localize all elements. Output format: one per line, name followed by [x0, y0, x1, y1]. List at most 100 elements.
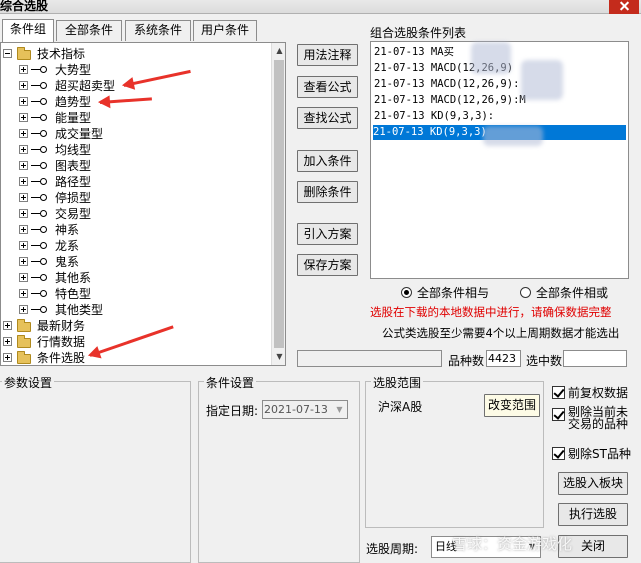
- list-item[interactable]: 21-07-13 MA买: [374, 45, 454, 60]
- condition-tree[interactable]: 技术指标 大势型 超买超卖型 趋势型 能量型 成交量型 均线型 图表型 路径型 停损型 交易型 神系…: [0, 42, 286, 366]
- expand-icon[interactable]: [19, 81, 28, 90]
- redaction-blur: [471, 42, 511, 74]
- tree-scrollbar[interactable]: ▲ ▼: [271, 43, 285, 365]
- expand-icon[interactable]: [19, 113, 28, 122]
- list-item[interactable]: 21-07-13 KD(9,3,3):: [374, 109, 494, 124]
- formula-key-icon: [31, 242, 47, 250]
- tree-node-label: 停损型: [55, 191, 92, 205]
- tree-node-label: 均线型: [55, 143, 92, 157]
- close-window-button[interactable]: [609, 0, 639, 14]
- view-formula-button[interactable]: 查看公式: [297, 76, 358, 98]
- tab-system-conditions[interactable]: 系统条件: [125, 20, 191, 41]
- radio-and-label: 全部条件相与: [417, 286, 490, 300]
- tree-node-label: 鬼系: [55, 255, 80, 269]
- count-value: 4423: [486, 350, 521, 367]
- range-value: 沪深A股: [378, 400, 423, 414]
- checkbox-exclude-st-label: 剔除ST品种: [568, 447, 631, 461]
- select-to-block-button[interactable]: 选股入板块: [558, 472, 628, 495]
- tree-node-label: 超买超卖型: [55, 79, 116, 93]
- scroll-thumb[interactable]: [274, 60, 284, 348]
- scroll-down-icon[interactable]: ▼: [272, 349, 285, 364]
- formula-key-icon: [31, 114, 47, 122]
- save-scheme-button[interactable]: 保存方案: [297, 254, 358, 276]
- expand-icon[interactable]: [19, 97, 28, 106]
- radio-or-label: 全部条件相或: [536, 286, 609, 300]
- condition-list[interactable]: 21-07-13 MA买 21-07-13 MACD(12,26,9) 21-0…: [370, 41, 629, 279]
- expand-icon[interactable]: [19, 193, 28, 202]
- checkbox-exclude-untraded-label: 剔除当前未 交易的品种: [568, 406, 628, 430]
- param-settings-title: 参数设置: [2, 374, 55, 391]
- list-item[interactable]: 21-07-13 MACD(12,26,9):: [374, 77, 519, 92]
- formula-key-icon: [31, 210, 47, 218]
- tree-node-label: 成交量型: [55, 127, 104, 141]
- formula-key-icon: [31, 306, 47, 314]
- watermark: 雪球：资金游戏化: [452, 535, 573, 553]
- collapse-icon[interactable]: [3, 49, 12, 58]
- expand-icon[interactable]: [19, 305, 28, 314]
- expand-icon[interactable]: [19, 209, 28, 218]
- condition-settings-title: 条件设置: [204, 374, 257, 391]
- formula-key-icon: [31, 274, 47, 282]
- formula-key-icon: [31, 290, 47, 298]
- import-scheme-button[interactable]: 引入方案: [297, 223, 358, 245]
- date-value: 2021-07-13: [264, 403, 328, 416]
- expand-icon[interactable]: [19, 177, 28, 186]
- tab-condition-group[interactable]: 条件组: [2, 19, 54, 42]
- expand-icon[interactable]: [19, 129, 28, 138]
- formula-key-icon: [31, 98, 47, 106]
- range-title: 选股范围: [371, 374, 424, 391]
- radio-and[interactable]: [401, 287, 412, 298]
- period-label: 选股周期:: [366, 542, 419, 556]
- formula-key-icon: [31, 66, 47, 74]
- tree-node-label: 特色型: [55, 287, 92, 301]
- redaction-blur: [483, 126, 543, 146]
- tree-node-label: 神系: [55, 223, 80, 237]
- checkbox-forward-adjusted-label: 前复权数据: [568, 386, 629, 400]
- expand-icon[interactable]: [3, 337, 12, 346]
- expand-icon[interactable]: [3, 353, 12, 362]
- tree-node-label: 趋势型: [55, 95, 92, 109]
- tab-all-conditions[interactable]: 全部条件: [56, 20, 122, 41]
- condition-list-title: 组合选股条件列表: [370, 26, 467, 40]
- checkbox-forward-adjusted[interactable]: [552, 386, 565, 399]
- formula-key-icon: [31, 226, 47, 234]
- execute-selection-button[interactable]: 执行选股: [558, 503, 628, 526]
- tab-user-conditions[interactable]: 用户条件: [193, 20, 257, 41]
- tree-node-label: 最新财务: [37, 319, 86, 333]
- expand-icon[interactable]: [19, 225, 28, 234]
- expand-icon[interactable]: [3, 321, 12, 330]
- tree-node-label: 路径型: [55, 175, 92, 189]
- expand-icon[interactable]: [19, 65, 28, 74]
- expand-icon[interactable]: [19, 241, 28, 250]
- expand-icon[interactable]: [19, 273, 28, 282]
- delete-condition-button[interactable]: 删除条件: [297, 181, 358, 203]
- expand-icon[interactable]: [19, 145, 28, 154]
- scroll-up-icon[interactable]: ▲: [272, 43, 285, 58]
- hint-text: 公式类选股至少需要4个以上周期数据才能选出: [382, 326, 620, 340]
- expand-icon[interactable]: [19, 289, 28, 298]
- tree-node-label: 其他系: [55, 271, 92, 285]
- radio-or[interactable]: [520, 287, 531, 298]
- change-range-button[interactable]: 改变范围: [484, 394, 540, 417]
- expand-icon[interactable]: [19, 257, 28, 266]
- formula-key-icon: [31, 194, 47, 202]
- progress-field: [297, 350, 442, 367]
- checkbox-exclude-untraded[interactable]: [552, 408, 565, 421]
- tree-node-label: 图表型: [55, 159, 92, 173]
- find-formula-button[interactable]: 查找公式: [297, 107, 358, 129]
- chevron-down-icon[interactable]: ▼: [332, 401, 347, 418]
- formula-key-icon: [31, 162, 47, 170]
- folder-icon: [17, 335, 31, 348]
- count-label: 品种数: [448, 354, 485, 368]
- folder-icon: [17, 47, 31, 60]
- usage-note-button[interactable]: 用法注释: [297, 44, 358, 66]
- add-condition-button[interactable]: 加入条件: [297, 150, 358, 172]
- expand-icon[interactable]: [19, 161, 28, 170]
- date-picker[interactable]: 2021-07-13 ▼: [262, 400, 348, 419]
- redaction-blur: [521, 60, 563, 100]
- checkbox-exclude-st[interactable]: [552, 447, 565, 460]
- date-label: 指定日期:: [206, 404, 259, 418]
- selected-count-label: 选中数: [526, 354, 563, 368]
- list-item[interactable]: 21-07-13 MACD(12,26,9):M: [374, 93, 526, 108]
- warning-text: 选股在下载的本地数据中进行，请确保数据完整: [370, 305, 612, 319]
